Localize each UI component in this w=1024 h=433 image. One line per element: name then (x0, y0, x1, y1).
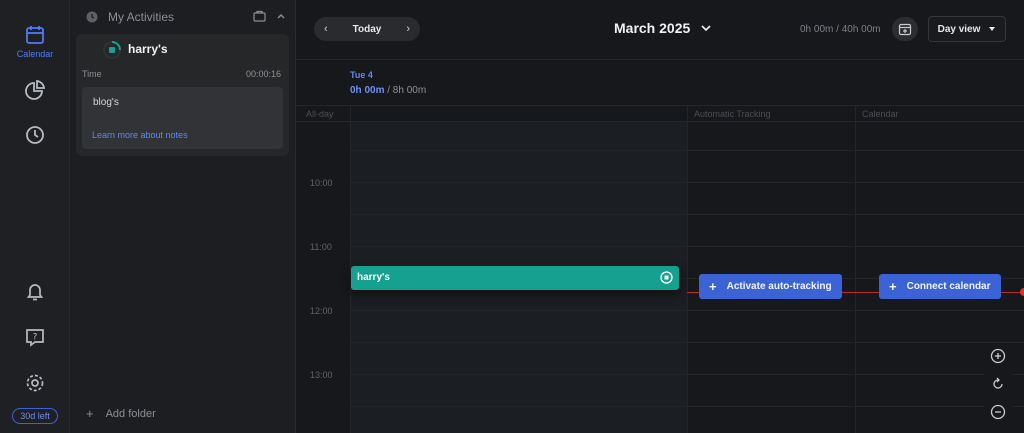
hour-line (350, 182, 1024, 183)
bell-icon (26, 284, 44, 301)
week-hours: 0h 00m / 40h 00m (800, 24, 881, 35)
add-folder-label: Add folder (105, 407, 156, 420)
connect-calendar-button[interactable]: + Connect calendar (879, 274, 1001, 299)
activity-time-value: 00:00:16 (245, 69, 281, 79)
nav-notifications[interactable] (0, 280, 70, 302)
time-entry-name: harry's (357, 272, 390, 283)
zoom-controls (984, 344, 1012, 424)
nav-calendar[interactable]: Calendar (0, 24, 70, 59)
activate-auto-tracking-label: Activate auto-tracking (726, 281, 832, 292)
day-hours: 0h 00m / 8h 00m (350, 85, 426, 96)
time-entry-block[interactable]: harry's (351, 266, 679, 290)
nav-reports[interactable] (0, 79, 70, 101)
activity-card[interactable]: harry's Time 00:00:16 blog's Learn more … (76, 34, 289, 156)
time-label-12: 12:00 (310, 306, 333, 316)
stop-timer-icon[interactable] (660, 271, 673, 284)
caret-down-icon (989, 27, 996, 31)
note-text: blog's (93, 97, 119, 108)
date-navigator: ‹ Today › (314, 17, 420, 41)
add-folder-button[interactable]: + Add folder (86, 406, 156, 421)
hour-line (350, 214, 1024, 215)
jump-date-button[interactable] (892, 17, 918, 41)
svg-text:?: ? (33, 333, 38, 343)
hour-line (350, 406, 1024, 407)
day-tracked: 0h 00m (350, 85, 385, 96)
activities-panel: My Activities harry's Time 00:00:16 blog… (70, 0, 296, 433)
clock-icon (86, 11, 98, 23)
help-icon: ? (26, 329, 44, 347)
day-goal: / 8h 00m (384, 85, 427, 96)
time-label-10: 10:00 (310, 178, 333, 188)
gear-icon (26, 374, 44, 392)
nav-rail: Calendar ? 30d left (0, 0, 70, 433)
allday-row: All-day Automatic Tracking Calendar (296, 105, 1024, 122)
column-divider (687, 105, 688, 433)
month-label: March 2025 (614, 20, 691, 36)
zoom-out-icon[interactable] (990, 404, 1006, 420)
time-label-11: 11:00 (310, 242, 332, 252)
chevron-down-icon (701, 25, 711, 32)
activities-title: My Activities (108, 10, 175, 24)
connect-calendar-label: Connect calendar (906, 281, 991, 292)
column-divider (855, 105, 856, 433)
plus-icon: + (709, 279, 717, 294)
activity-time-label: Time (82, 69, 102, 79)
day-label: Tue 4 (350, 70, 373, 80)
pie-chart-icon (25, 79, 46, 100)
auto-tracking-column-header: Automatic Tracking (694, 109, 771, 119)
chevron-up-icon[interactable] (276, 10, 286, 22)
day-column-header[interactable]: Tue 4 0h 00m / 8h 00m (350, 70, 426, 96)
reset-zoom-icon[interactable] (991, 377, 1005, 391)
calendar-main: ‹ Today › March 2025 0h 00m / 40h 00m Da… (296, 0, 1024, 433)
calendar-icon (26, 26, 44, 44)
activities-header: My Activities (70, 0, 296, 34)
activity-note[interactable]: blog's Learn more about notes (82, 87, 283, 149)
calendar-add-icon (898, 23, 912, 36)
chevron-left-icon[interactable]: ‹ (324, 23, 328, 35)
calendar-column-header: Calendar (862, 109, 899, 119)
learn-notes-link[interactable]: Learn more about notes (92, 130, 188, 140)
nav-timesheet[interactable] (0, 124, 70, 146)
activity-name: harry's (128, 42, 168, 56)
today-button[interactable]: Today (353, 24, 382, 35)
chevron-right-icon[interactable]: › (406, 23, 410, 35)
plus-icon: + (889, 279, 897, 294)
calendar-toolbar: ‹ Today › March 2025 0h 00m / 40h 00m Da… (296, 0, 1024, 60)
hour-line (350, 310, 1024, 311)
clock-icon (26, 126, 44, 144)
zoom-in-icon[interactable] (990, 348, 1006, 364)
hour-line (350, 150, 1024, 151)
view-select-label: Day view (937, 23, 981, 35)
view-select[interactable]: Day view (928, 16, 1006, 42)
activity-timer-icon[interactable] (102, 40, 122, 60)
current-time-indicator (1020, 288, 1024, 296)
plus-icon: + (86, 406, 94, 421)
activate-auto-tracking-button[interactable]: + Activate auto-tracking (699, 274, 842, 299)
hour-line (350, 246, 1024, 247)
month-picker[interactable]: March 2025 (614, 20, 712, 36)
time-label-13: 13:00 (310, 370, 333, 380)
nav-settings[interactable] (0, 372, 70, 394)
folder-icon[interactable] (253, 10, 266, 22)
allday-label: All-day (306, 109, 334, 119)
hour-line (350, 342, 1024, 343)
trial-badge[interactable]: 30d left (12, 408, 58, 424)
hour-line (350, 374, 1024, 375)
nav-help[interactable]: ? (0, 326, 70, 348)
nav-calendar-label: Calendar (16, 49, 54, 59)
